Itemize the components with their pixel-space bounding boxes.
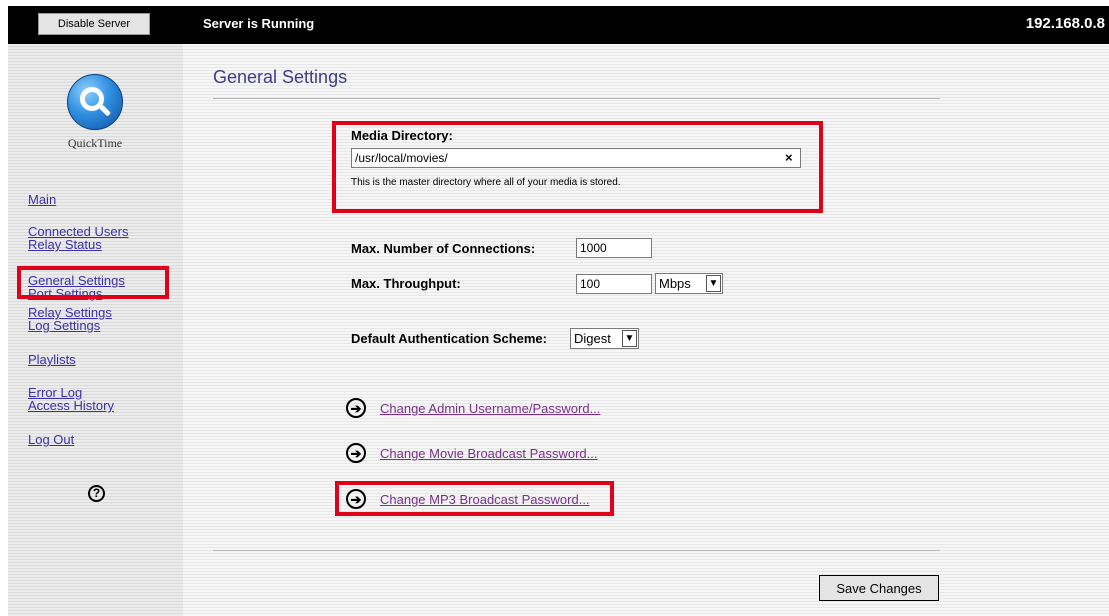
title-divider [213,98,940,99]
max-throughput-input[interactable]: 100 [576,274,652,294]
auth-scheme-label: Default Authentication Scheme: [351,331,547,346]
nav-log-out[interactable]: Log Out [28,433,74,446]
disable-server-button[interactable]: Disable Server [38,13,150,35]
auth-scheme-value: Digest [574,331,611,346]
throughput-unit-value: Mbps [659,276,691,291]
server-status-text: Server is Running [203,16,315,31]
nav-log-settings[interactable]: Log Settings [28,319,100,332]
bottom-divider [213,550,940,551]
clear-icon[interactable]: × [785,150,793,165]
throughput-unit-select[interactable]: Mbps ▼ [655,273,723,294]
arrow-right-circle-icon: ➔ [346,489,366,509]
quicktime-logo: QuickTime [60,74,130,174]
arrow-right-circle-icon: ➔ [346,398,366,418]
auth-scheme-select[interactable]: Digest ▼ [570,328,639,349]
main-content: General Settings Media Directory: /usr/l… [183,44,1109,616]
change-mp3-broadcast-password-link[interactable]: Change MP3 Broadcast Password... [380,492,590,507]
chevron-down-icon[interactable]: ▼ [706,275,721,292]
media-directory-help: This is the master directory where all o… [351,177,621,188]
media-directory-label: Media Directory: [351,128,453,143]
nav-port-settings[interactable]: Port Settings [28,287,102,300]
nav-access-history[interactable]: Access History [28,399,114,412]
help-icon[interactable]: ? [88,485,105,502]
page-title: General Settings [213,67,348,87]
media-directory-input[interactable]: /usr/local/movies/ [351,148,801,168]
max-connections-label: Max. Number of Connections: [351,241,536,256]
change-movie-broadcast-password-link[interactable]: Change Movie Broadcast Password... [380,446,598,461]
arrow-right-circle-icon: ➔ [346,443,366,463]
nav-main[interactable]: Main [28,193,56,206]
sidebar: QuickTime Main Connected Users Relay Sta… [8,44,183,616]
max-connections-input[interactable]: 1000 [576,238,652,258]
chevron-down-icon[interactable]: ▼ [622,330,637,347]
top-bar: Disable Server Server is Running 192.168… [8,6,1109,44]
nav-relay-status[interactable]: Relay Status [28,238,102,251]
logo-text: QuickTime [67,136,123,150]
max-throughput-label: Max. Throughput: [351,276,461,291]
nav-playlists[interactable]: Playlists [28,353,76,366]
save-changes-button[interactable]: Save Changes [819,575,939,601]
change-admin-password-link[interactable]: Change Admin Username/Password... [380,401,600,416]
quicktime-logo-icon [67,74,123,130]
ip-address: 192.168.0.8 [1025,15,1105,32]
